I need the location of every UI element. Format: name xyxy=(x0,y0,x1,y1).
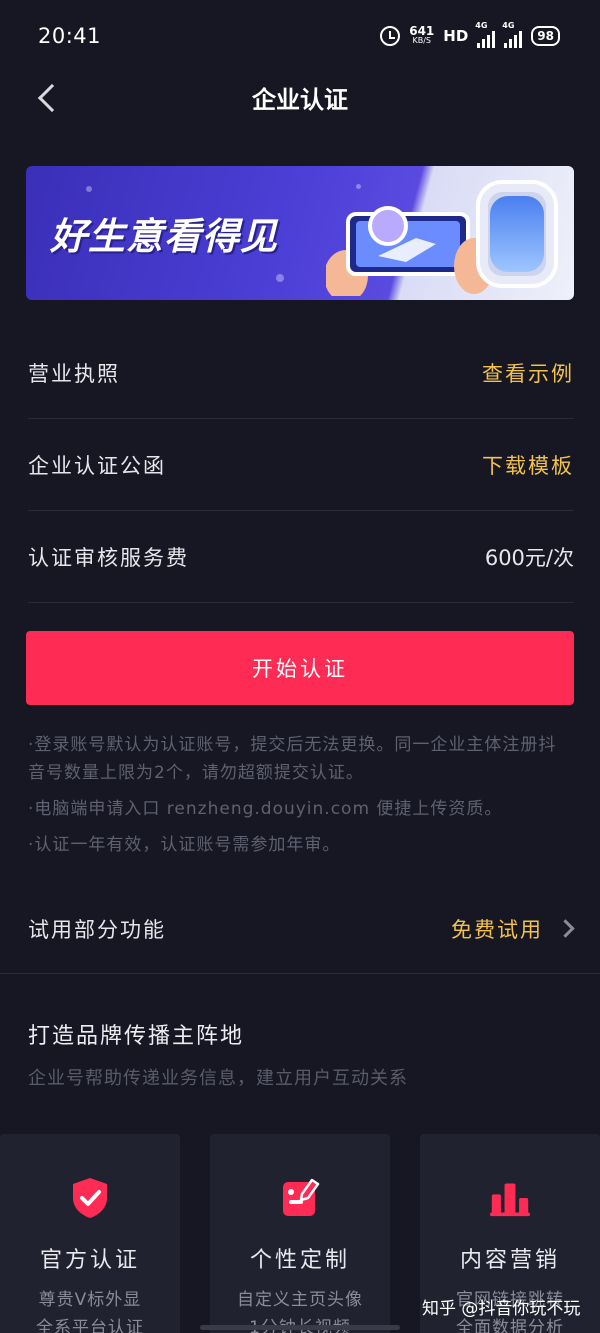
watermark: 知乎 @抖音你玩不玩 xyxy=(422,1299,581,1319)
feature-desc-line: 全系平台认证 xyxy=(36,1318,144,1333)
hd-icon: HD xyxy=(443,27,469,45)
shield-check-icon xyxy=(73,1178,107,1218)
row-service-fee: 认证审核服务费 600元/次 xyxy=(28,511,574,603)
row-label: 认证审核服务费 xyxy=(28,545,189,570)
start-certification-button[interactable]: 开始认证 xyxy=(26,631,574,705)
row-certification-letter: 企业认证公函 下载模板 xyxy=(28,419,574,511)
feature-desc-line: 尊贵V标外显 xyxy=(38,1290,142,1310)
page-title: 企业认证 xyxy=(252,86,348,114)
section-subtitle: 企业号帮助传递业务信息，建立用户互动关系 xyxy=(28,1068,408,1089)
net-speed-value: 641 xyxy=(409,24,435,38)
chevron-right-icon xyxy=(556,919,575,938)
promo-banner[interactable]: 好生意看得见 xyxy=(26,166,574,300)
feature-desc-line: 自定义主页头像 xyxy=(237,1290,363,1310)
row-label: 营业执照 xyxy=(28,361,120,386)
note-item: ·认证一年有效，认证账号需参加年审。 xyxy=(28,835,341,855)
section-title: 打造品牌传播主阵地 xyxy=(28,1024,245,1049)
nav-bar: 企业认证 xyxy=(0,72,600,120)
trial-label: 试用部分功能 xyxy=(28,917,166,942)
feature-title: 官方认证 xyxy=(39,1248,140,1273)
signal-icon: 4G xyxy=(475,21,496,48)
phone-illustration xyxy=(326,206,494,296)
note-item: ·登录账号默认为认证账号，提交后无法更换。同一企业主体注册抖音号数量上限为2个，… xyxy=(28,735,557,783)
status-time: 20:41 xyxy=(38,24,102,48)
service-fee-value: 600元/次 xyxy=(484,545,574,570)
feature-desc-line: 1分钟长视频 xyxy=(237,1314,363,1333)
status-bar: 20:41 641 KB/S HD 4G 4G 98 xyxy=(0,0,600,72)
row-label: 企业认证公函 xyxy=(28,453,166,478)
note-item: ·电脑端申请入口 renzheng.douyin.com 便捷上传资质。 xyxy=(28,799,503,819)
trial-action-group[interactable]: 免费试用 xyxy=(451,914,575,944)
feature-card-custom: 个性定制 自定义主页头像 1分钟长视频 xyxy=(210,1134,390,1333)
free-trial-link[interactable]: 免费试用 xyxy=(451,914,543,944)
home-indicator[interactable] xyxy=(200,1325,400,1330)
feature-card-official: 官方认证 尊贵V标外显 全系平台认证 xyxy=(0,1134,180,1333)
download-template-link[interactable]: 下载模板 xyxy=(482,450,574,480)
notes: ·登录账号默认为认证账号，提交后无法更换。同一企业主体注册抖音号数量上限为2个，… xyxy=(28,731,568,867)
alarm-icon xyxy=(380,26,401,46)
row-business-license: 营业执照 查看示例 xyxy=(28,327,574,419)
feature-title: 内容营销 xyxy=(459,1248,560,1273)
net-speed-unit: KB/S xyxy=(412,36,431,45)
bar-chart-icon xyxy=(490,1183,530,1217)
status-icons: 641 KB/S HD 4G 4G 98 xyxy=(380,21,560,48)
signal-icon-2: 4G xyxy=(502,21,523,48)
signal-label-2: 4G xyxy=(502,20,515,30)
banner-text: 好生意看得见 xyxy=(50,215,278,258)
view-example-link[interactable]: 查看示例 xyxy=(482,358,574,388)
signal-label: 4G xyxy=(475,20,488,30)
battery-icon: 98 xyxy=(531,26,560,46)
feature-desc: 尊贵V标外显 全系平台认证 xyxy=(36,1286,144,1333)
edit-note-icon xyxy=(283,1178,320,1216)
window-illustration xyxy=(476,180,558,288)
trial-row[interactable]: 试用部分功能 免费试用 xyxy=(0,884,600,974)
feature-title: 个性定制 xyxy=(249,1248,350,1273)
net-speed: 641 KB/S xyxy=(409,24,435,46)
